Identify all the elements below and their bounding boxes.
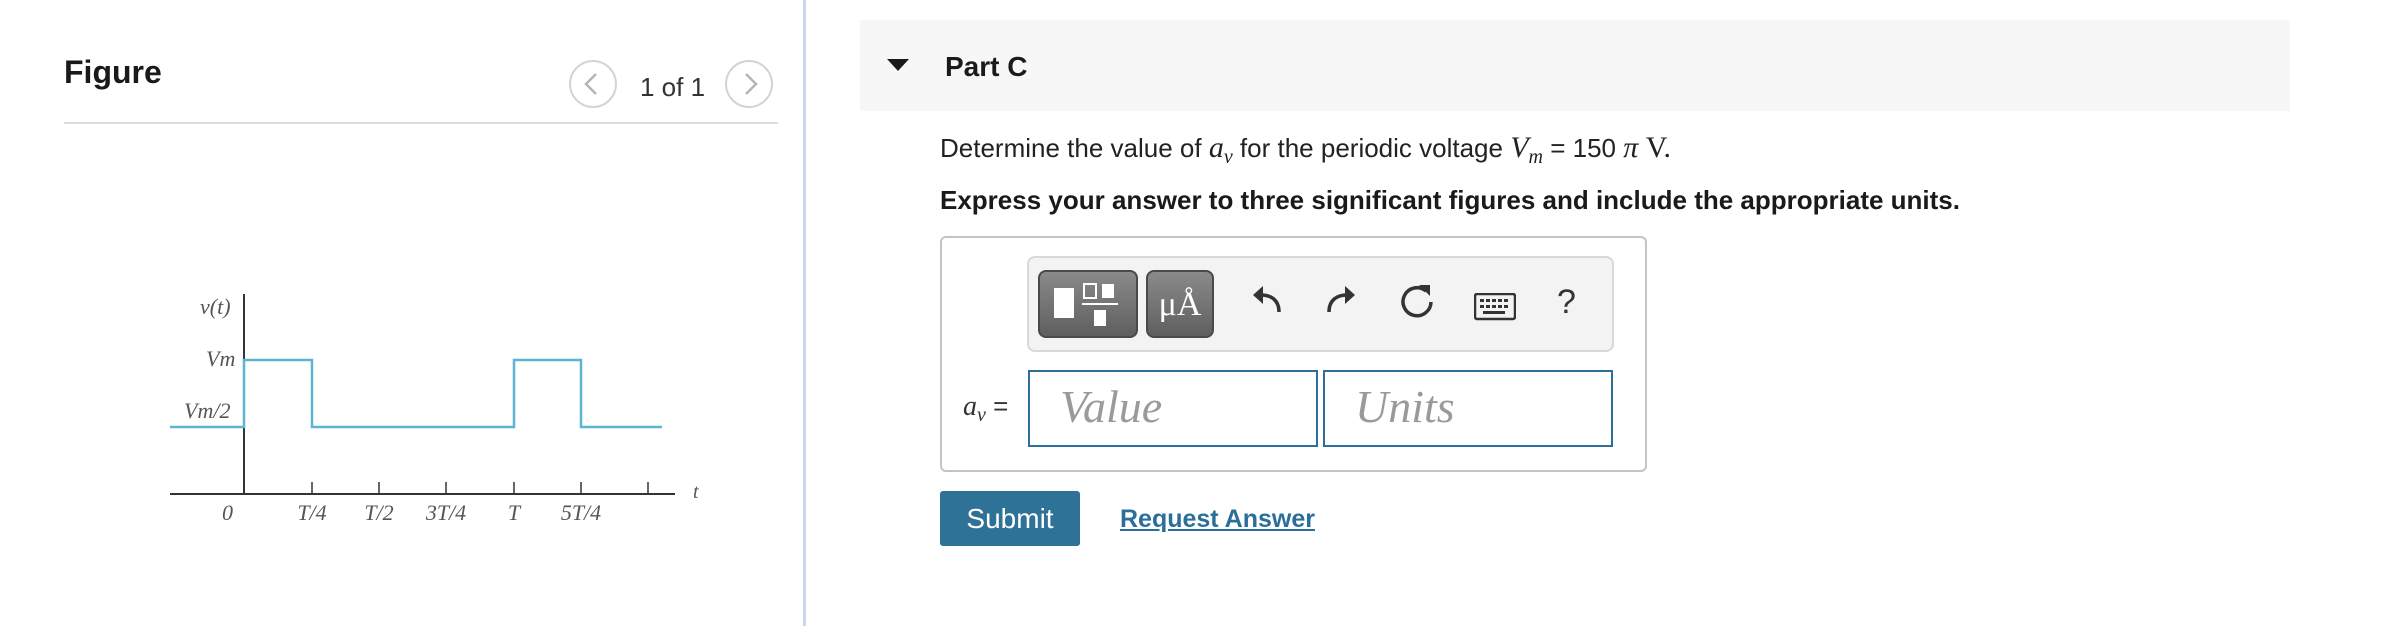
request-answer-link[interactable]: Request Answer — [1120, 505, 1315, 534]
voltage-waveform — [170, 358, 662, 429]
templates-button[interactable] — [1038, 270, 1138, 338]
figure-pager: 1 of 1 — [640, 72, 706, 102]
value-input[interactable]: Value — [1028, 370, 1318, 447]
level-low-label: Vm/2 — [184, 398, 230, 423]
tick-label: T — [508, 500, 522, 525]
question-unit: V. — [1638, 131, 1672, 164]
y-axis-label: v(t) — [200, 294, 231, 319]
redo-icon[interactable] — [1321, 280, 1359, 320]
templates-icon — [1054, 283, 1118, 326]
question-variable: a — [1208, 131, 1224, 164]
question-pi: π — [1623, 131, 1639, 164]
waveform-figure: v(t) Vm Vm/2 t 0 T/4 T/2 3T/4 T 5T/4 — [170, 294, 699, 525]
x-axis-ticks — [311, 482, 649, 494]
tick-label: 5T/4 — [561, 500, 601, 525]
answer-variable-label: av = — [963, 391, 1008, 427]
question-text: Determine the value of av for the period… — [940, 131, 1671, 169]
question-prefix: Determine the value of — [940, 133, 1209, 163]
units-button[interactable]: μÅ — [1146, 270, 1214, 338]
question-vm: V — [1510, 131, 1529, 164]
keyboard-icon[interactable] — [1474, 293, 1516, 321]
figure-divider — [64, 122, 778, 124]
x-axis-label: t — [693, 481, 699, 503]
figure-title: Figure — [64, 54, 162, 90]
part-header[interactable] — [860, 20, 2290, 111]
chevron-left-icon — [584, 73, 597, 95]
answer-equals: = — [985, 391, 1009, 421]
chevron-right-icon — [745, 73, 758, 95]
previous-figure-button[interactable] — [569, 60, 617, 108]
pane-divider[interactable] — [803, 0, 806, 626]
answer-variable-subscript: v — [977, 404, 986, 427]
question-middle: for the periodic voltage — [1232, 133, 1511, 163]
units-input[interactable]: Units — [1323, 370, 1613, 447]
question-equals: = 150 — [1542, 133, 1624, 163]
collapse-caret-icon[interactable] — [887, 59, 909, 71]
level-high-label: Vm — [206, 346, 235, 371]
answer-instructions: Express your answer to three significant… — [940, 185, 1960, 215]
reset-icon[interactable] — [1396, 280, 1438, 322]
undo-icon[interactable] — [1249, 280, 1287, 320]
tick-label: 3T/4 — [425, 500, 466, 525]
origin-label: 0 — [222, 500, 233, 525]
units-button-label: μÅ — [1158, 286, 1202, 323]
answer-variable: a — [963, 391, 977, 422]
question-variable-subscript: v — [1223, 146, 1233, 169]
question-vm-subscript: m — [1528, 146, 1543, 169]
next-figure-button[interactable] — [725, 60, 773, 108]
tick-label: T/2 — [364, 500, 393, 525]
submit-button[interactable]: Submit — [940, 491, 1080, 546]
part-title[interactable]: Part C — [945, 51, 1027, 83]
tick-label: T/4 — [297, 500, 326, 525]
help-button[interactable]: ? — [1557, 283, 1576, 322]
